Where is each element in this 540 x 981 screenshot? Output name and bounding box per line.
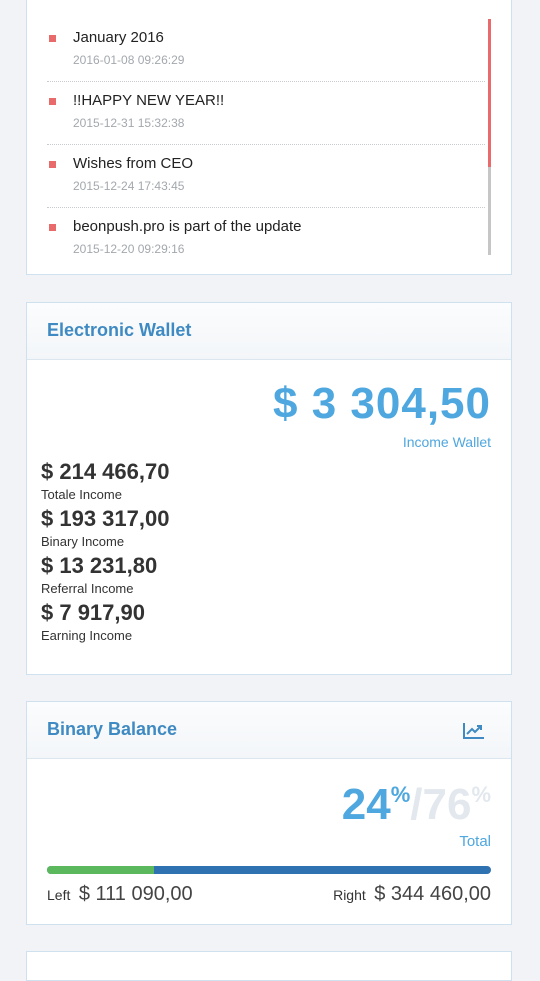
percent-slash: / xyxy=(410,780,423,829)
stat-label: Binary Income xyxy=(41,534,125,549)
news-date: 2016-01-08 09:26:29 xyxy=(73,53,185,67)
news-panel: January 2016 2016-01-08 09:26:29 !!HAPPY… xyxy=(26,0,512,275)
right-balance: Right $ 344 460,00 xyxy=(333,883,491,906)
stat-label: Earning Income xyxy=(41,628,133,643)
next-panel xyxy=(26,951,512,981)
binary-percentages: 24%/76% xyxy=(342,780,491,830)
binary-title: Binary Balance xyxy=(47,719,178,739)
news-title[interactable]: !!HAPPY NEW YEAR!! xyxy=(73,92,224,109)
news-date: 2015-12-24 17:43:45 xyxy=(73,179,185,193)
right-value: $ 344 460,00 xyxy=(374,883,491,905)
news-date: 2015-12-31 15:32:38 xyxy=(73,116,185,130)
news-item[interactable]: January 2016 2016-01-08 09:26:29 xyxy=(47,19,485,82)
news-date: 2015-12-20 09:29:16 xyxy=(73,242,185,256)
right-percent-sign: % xyxy=(471,782,491,807)
stat-total-income: $ 214 466,70 Totale Income xyxy=(41,459,169,503)
binary-progress-left xyxy=(47,866,154,874)
income-wallet-label: Income Wallet xyxy=(402,434,491,450)
stat-amount: $ 193 317,00 xyxy=(41,506,170,531)
stat-earning-income: $ 7 917,90 Earning Income xyxy=(41,600,145,644)
left-value: $ 111 090,00 xyxy=(78,883,193,905)
bullet-icon xyxy=(49,98,56,105)
wallet-header: Electronic Wallet xyxy=(27,303,511,360)
binary-progress-bar xyxy=(47,866,491,874)
wallet-title: Electronic Wallet xyxy=(47,320,192,340)
stat-amount: $ 7 917,90 xyxy=(41,600,145,625)
bullet-icon xyxy=(49,161,56,168)
wallet-panel: Electronic Wallet $ 3 304,50 Income Wall… xyxy=(26,302,512,675)
news-item[interactable]: !!HAPPY NEW YEAR!! 2015-12-31 15:32:38 xyxy=(47,82,485,145)
news-title[interactable]: Wishes from CEO xyxy=(73,155,193,172)
bullet-icon xyxy=(49,224,56,231)
stat-amount: $ 13 231,80 xyxy=(41,553,158,578)
left-percent: 24 xyxy=(341,780,391,829)
stat-label: Totale Income xyxy=(41,487,122,502)
right-label: Right xyxy=(333,887,366,903)
bullet-icon xyxy=(49,35,56,42)
news-title[interactable]: beonpush.pro is part of the update xyxy=(73,218,302,235)
stat-label: Referral Income xyxy=(41,581,134,596)
right-percent: 76 xyxy=(422,780,472,829)
binary-balance-panel: Binary Balance 24%/76% Total Left $ 111 … xyxy=(26,701,512,925)
line-chart-icon[interactable] xyxy=(463,722,485,740)
income-wallet-amount: $ 3 304,50 xyxy=(273,379,491,428)
left-balance: Left $ 111 090,00 xyxy=(47,883,193,906)
binary-header: Binary Balance xyxy=(27,702,511,759)
left-label: Left xyxy=(47,887,71,903)
news-item[interactable]: beonpush.pro is part of the update 2015-… xyxy=(47,208,485,271)
stat-referral-income: $ 13 231,80 Referral Income xyxy=(41,553,157,597)
news-scrollbar[interactable] xyxy=(488,19,491,255)
stat-binary-income: $ 193 317,00 Binary Income xyxy=(41,506,169,550)
left-percent-sign: % xyxy=(390,782,411,807)
news-item[interactable]: Wishes from CEO 2015-12-24 17:43:45 xyxy=(47,145,485,208)
news-title[interactable]: January 2016 xyxy=(73,29,164,46)
news-scrollbar-thumb[interactable] xyxy=(488,19,491,167)
total-label: Total xyxy=(459,833,491,850)
stat-amount: $ 214 466,70 xyxy=(41,459,170,484)
news-list: January 2016 2016-01-08 09:26:29 !!HAPPY… xyxy=(27,19,485,271)
